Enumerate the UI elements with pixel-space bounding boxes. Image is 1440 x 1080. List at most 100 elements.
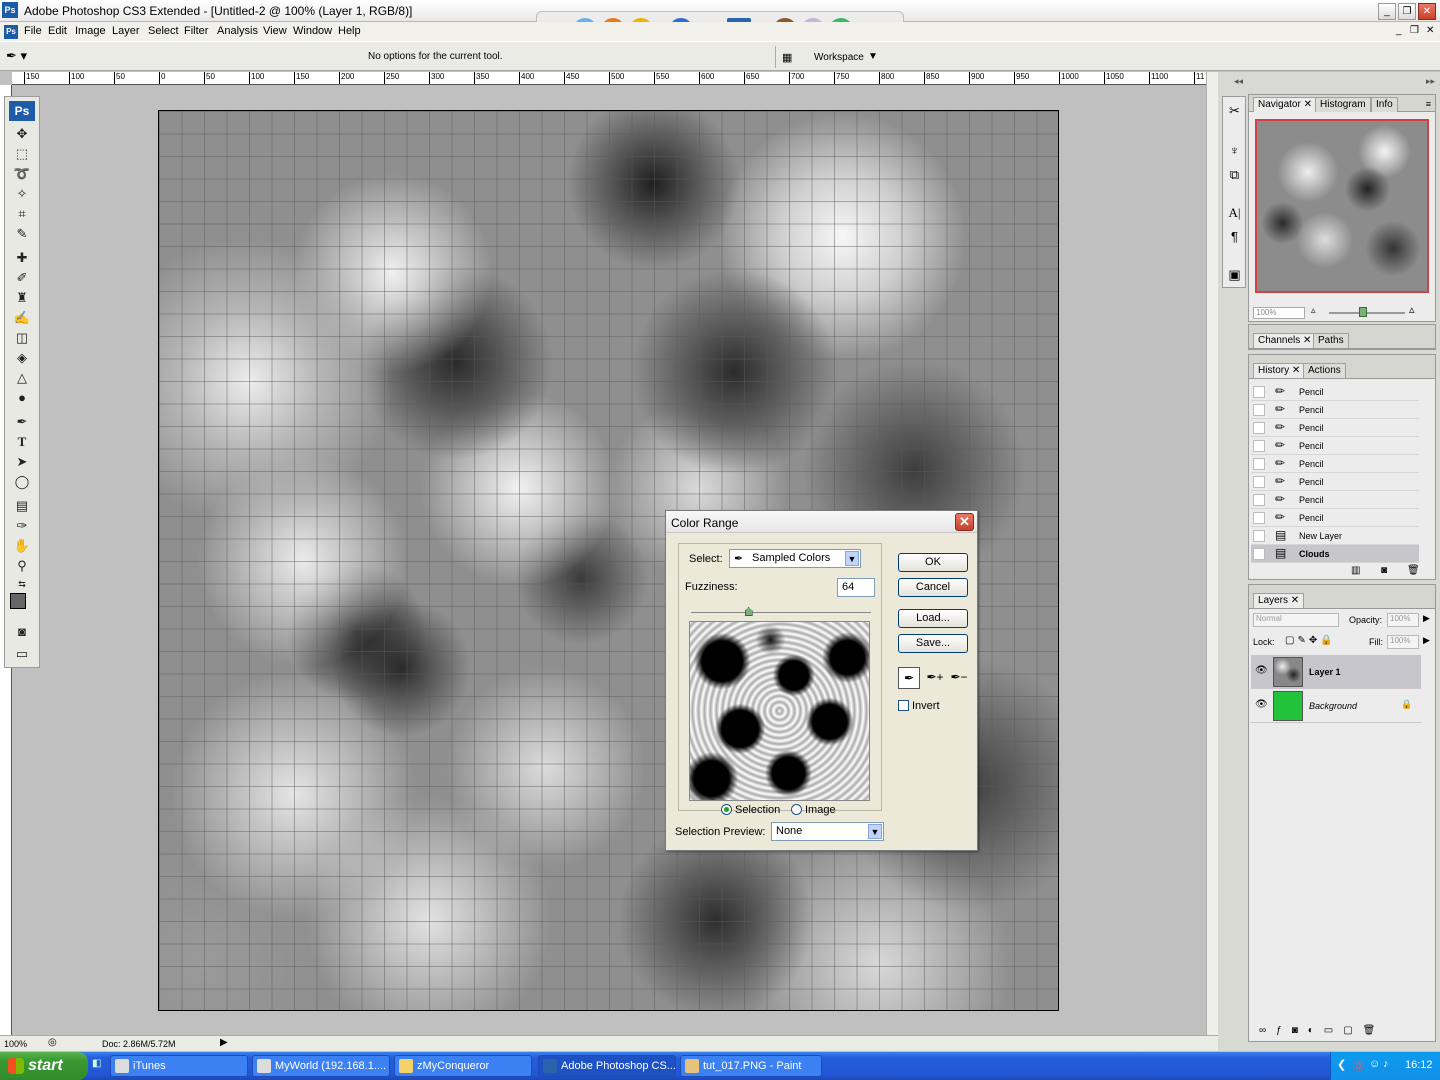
subtract-from-sample-button[interactable]: ✒− (948, 667, 970, 689)
workspace-menu[interactable]: ▦ Workspace ▼ (775, 46, 883, 68)
cancel-button[interactable]: Cancel (898, 578, 968, 597)
brush-tool-icon[interactable]: ✐ (11, 269, 33, 287)
zoom-level[interactable]: 100% (4, 1039, 27, 1049)
doc-close-button[interactable]: ✕ (1426, 25, 1434, 36)
zoom-out-icon[interactable]: ▵ (1311, 305, 1316, 316)
dialog-title-bar[interactable]: Color Range ✕ (666, 511, 977, 533)
task-myworld[interactable]: MyWorld (192.168.1.... (252, 1055, 390, 1077)
move-tool-icon[interactable]: ✥ (11, 125, 33, 143)
document-icon[interactable]: Ps (4, 25, 18, 39)
opacity-field[interactable]: 100% (1387, 613, 1419, 627)
history-state-selected[interactable]: ▤ Clouds (1251, 545, 1419, 563)
clock[interactable]: 16:12 (1405, 1059, 1433, 1071)
history-state[interactable]: ✏ Pencil (1251, 509, 1419, 527)
crop-tool-icon[interactable]: ⌗ (11, 205, 33, 223)
history-source-checkbox[interactable] (1253, 458, 1265, 470)
menu-view[interactable]: View (263, 25, 287, 37)
menu-edit[interactable]: Edit (48, 25, 67, 37)
maximize-button[interactable]: ❐ (1398, 3, 1416, 20)
status-menu-arrow-icon[interactable]: ▶ (220, 1037, 228, 1048)
quick-mask-icon[interactable]: ◙ (11, 623, 33, 641)
menu-image[interactable]: Image (75, 25, 106, 37)
messenger-icon[interactable]: ☺ (1369, 1058, 1380, 1070)
pen-tool-icon[interactable]: ✒ (11, 413, 33, 431)
character-icon[interactable]: A| (1225, 203, 1244, 222)
zoom-tool-icon[interactable]: ⚲ (11, 557, 33, 575)
lasso-tool-icon[interactable]: ➰ (11, 165, 33, 183)
layer-name[interactable]: Background (1309, 701, 1357, 711)
tab-history[interactable]: History ✕ (1253, 363, 1306, 378)
tab-navigator[interactable]: Navigator ✕ (1253, 97, 1317, 112)
volume-icon[interactable]: ♪ (1383, 1058, 1389, 1070)
doc-restore-button[interactable]: ❐ (1410, 25, 1419, 36)
tab-histogram[interactable]: Histogram (1315, 97, 1371, 112)
menu-help[interactable]: Help (338, 25, 361, 37)
ellipse-tool-icon[interactable]: ◯ (11, 473, 33, 491)
eye-icon[interactable]: 👁 (1255, 665, 1268, 676)
zoom-slider-thumb[interactable] (1359, 307, 1367, 317)
history-state[interactable]: ✏ Pencil (1251, 419, 1419, 437)
history-source-checkbox[interactable] (1253, 404, 1265, 416)
menu-analysis[interactable]: Analysis (217, 25, 258, 37)
fill-field[interactable]: 100% (1387, 635, 1419, 649)
select-dropdown[interactable]: ✒ Sampled Colors ▼ (729, 549, 861, 568)
antivirus-icon[interactable]: ⓪ (1353, 1058, 1364, 1074)
history-source-checkbox[interactable] (1253, 476, 1265, 488)
history-source-checkbox[interactable] (1253, 530, 1265, 542)
start-button[interactable]: start (0, 1052, 88, 1080)
expand-dock-icon[interactable]: ▸▸ (1426, 76, 1435, 87)
paragraph-icon[interactable]: ¶ (1225, 227, 1244, 246)
layer-name[interactable]: Layer 1 (1309, 667, 1341, 677)
snapshot-icon[interactable]: ◙ (1381, 565, 1387, 576)
task-photoshop[interactable]: Adobe Photoshop CS... (538, 1055, 676, 1077)
selection-preview-image[interactable] (689, 621, 870, 801)
history-source-checkbox[interactable] (1253, 512, 1265, 524)
tray-arrow-icon[interactable]: ❮ (1337, 1058, 1346, 1071)
navigator-zoom-field[interactable]: 100% (1253, 307, 1305, 319)
navigator-zoom-slider[interactable] (1329, 312, 1405, 314)
eyedropper-tool-button[interactable]: ✒ (898, 667, 920, 689)
history-source-checkbox[interactable] (1253, 494, 1265, 506)
screen-mode-icon[interactable]: ▭ (11, 645, 33, 663)
tab-layers[interactable]: Layers ✕ (1253, 593, 1305, 608)
lock-icons[interactable]: ▢✎✥🔒 (1285, 635, 1336, 646)
zoom-in-icon[interactable]: ▵ (1409, 303, 1415, 316)
blend-mode-select[interactable]: Normal (1253, 613, 1339, 627)
tab-channels[interactable]: Channels ✕ (1253, 333, 1317, 348)
invert-checkbox[interactable]: Invert (898, 700, 940, 712)
slice-tool-icon[interactable]: ✎ (11, 225, 33, 243)
foreground-color-swatch[interactable] (10, 593, 26, 609)
status-info-icon[interactable]: ◎ (48, 1037, 57, 1048)
tab-info[interactable]: Info (1371, 97, 1398, 112)
magic-wand-tool-icon[interactable]: ✧ (11, 185, 33, 203)
tool-presets-icon[interactable]: ✂ (1225, 101, 1244, 120)
image-radio[interactable]: Image (791, 804, 836, 816)
history-state[interactable]: ✏ Pencil (1251, 401, 1419, 419)
quicklaunch-icon[interactable]: ◧ (92, 1058, 104, 1074)
layers-footer-icons[interactable]: ∞ƒ◙◐▭▢🗑 (1253, 1025, 1431, 1039)
task-zmyconqueror[interactable]: zMyConqueror (394, 1055, 532, 1077)
eye-icon[interactable]: 👁 (1255, 699, 1268, 710)
minimize-button[interactable]: _ (1378, 3, 1396, 20)
menu-window[interactable]: Window (293, 25, 332, 37)
add-to-sample-button[interactable]: ✒+ (924, 667, 946, 689)
eyedropper-tool-icon[interactable]: ✑ (11, 517, 33, 535)
fuzziness-slider[interactable] (691, 612, 871, 613)
path-selection-icon[interactable]: ➤ (11, 453, 33, 471)
menu-select[interactable]: Select (148, 25, 179, 37)
navigator-thumbnail[interactable] (1255, 119, 1429, 293)
eraser-tool-icon[interactable]: ◫ (11, 329, 33, 347)
selection-preview-dropdown[interactable]: None ▼ (771, 822, 884, 841)
eyedropper-tool-preset-icon[interactable]: ✒ ▾ (6, 48, 46, 66)
history-source-checkbox[interactable] (1253, 422, 1265, 434)
history-state[interactable]: ✏ Pencil (1251, 491, 1419, 509)
layer-row-layer-1[interactable]: 👁 Layer 1 (1251, 655, 1421, 689)
tab-paths[interactable]: Paths (1313, 333, 1349, 348)
new-document-from-state-icon[interactable]: ▥ (1351, 565, 1360, 576)
panel-menu-icon[interactable]: ≡ (1426, 99, 1431, 109)
blur-tool-icon[interactable]: △ (11, 369, 33, 387)
dialog-close-button[interactable]: ✕ (955, 513, 974, 531)
paint-bucket-icon[interactable]: ◈ (11, 349, 33, 367)
clone-stamp-icon[interactable]: ♜ (11, 289, 33, 307)
selection-radio[interactable]: Selection (721, 804, 780, 816)
